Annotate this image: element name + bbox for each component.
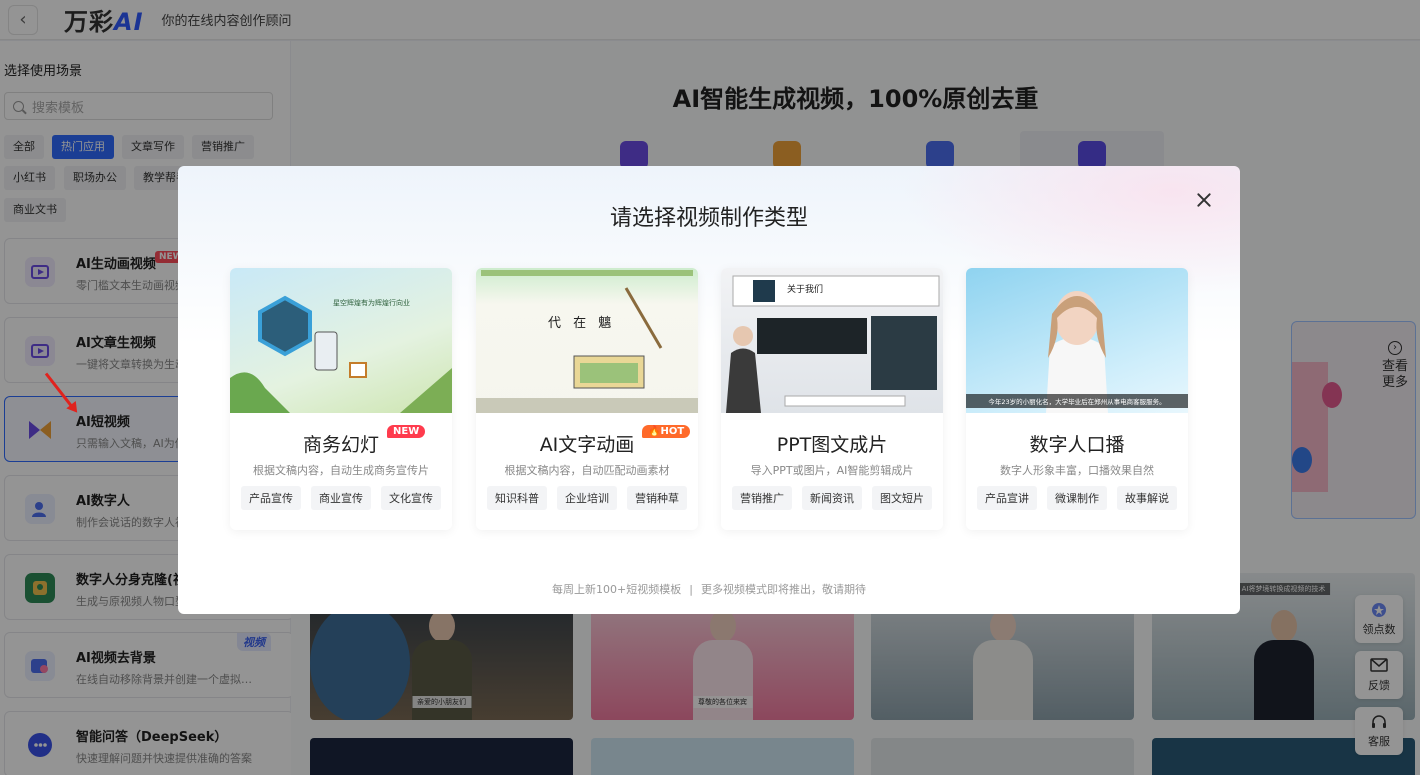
card-title: 数字人口播 (1029, 434, 1125, 456)
tag[interactable]: 营销种草 (627, 486, 687, 510)
card-desc: 根据文稿内容，自动匹配动画素材 (504, 464, 670, 477)
tag[interactable]: 企业培训 (557, 486, 617, 510)
card-ppt-video[interactable]: 关于我们 PPT图文成片 导入PPT或图片，AI智能剪辑成片 营销推广 新闻资讯… (721, 268, 943, 530)
tag[interactable]: 微课制作 (1047, 486, 1107, 510)
card-digital-human-broadcast[interactable]: 今年23岁的小丽化名，大学毕业后在郑州从事电商客服服务。 数字人口播 数字人形象… (966, 268, 1188, 530)
card-thumbnail: 代 在 魑 (476, 268, 698, 413)
card-desc: 导入PPT或图片，AI智能剪辑成片 (750, 464, 914, 477)
tag[interactable]: 商业宣传 (311, 486, 371, 510)
card-thumbnail: 星空辉煌有为辉煌行向业 (230, 268, 452, 413)
card-tags: 营销推广 新闻资讯 图文短片 (721, 486, 943, 510)
card-title: PPT图文成片 (776, 434, 888, 456)
card-thumbnail: 今年23岁的小丽化名，大学毕业后在郑州从事电商客服服务。 (966, 268, 1188, 413)
modal-title: 请选择视频制作类型 (609, 206, 808, 231)
hot-badge: 🔥HOT (642, 425, 691, 438)
card-tags: 产品宣讲 微课制作 故事解说 (966, 486, 1188, 510)
tag[interactable]: 营销推广 (732, 486, 792, 510)
tag[interactable]: 图文短片 (872, 486, 932, 510)
card-business-slides[interactable]: 星空辉煌有为辉煌行向业 商务幻灯 NEW 根据文稿内容，自动生成商务宣传片 产品… (230, 268, 452, 530)
video-type-modal: 请选择视频制作类型 星空辉煌有为辉煌行向业 商务幻灯 NEW 根据文稿内容，自动… (178, 166, 1240, 614)
modal-footer: 每周上新100+短视频模板 | 更多视频模式即将推出，敬请期待 (552, 583, 866, 596)
tag[interactable]: 知识科普 (487, 486, 547, 510)
card-desc: 根据文稿内容，自动生成商务宣传片 (253, 464, 429, 477)
card-thumbnail: 关于我们 (721, 268, 943, 413)
card-desc: 数字人形象丰富，口播效果自然 (1000, 464, 1154, 477)
tag[interactable]: 新闻资讯 (802, 486, 862, 510)
card-tags: 知识科普 企业培训 营销种草 (476, 486, 698, 510)
card-tags: 产品宣传 商业宣传 文化宣传 (230, 486, 452, 510)
tag[interactable]: 故事解说 (1117, 486, 1177, 510)
card-ai-text-animation[interactable]: 代 在 魑 AI文字动画 🔥HOT 根据文稿内容，自动匹配动画素材 知识科普 企… (476, 268, 698, 530)
tag[interactable]: 产品宣传 (241, 486, 301, 510)
new-badge: NEW (387, 425, 426, 438)
tag[interactable]: 产品宣讲 (977, 486, 1037, 510)
tag[interactable]: 文化宣传 (381, 486, 441, 510)
close-icon[interactable] (1192, 188, 1216, 212)
